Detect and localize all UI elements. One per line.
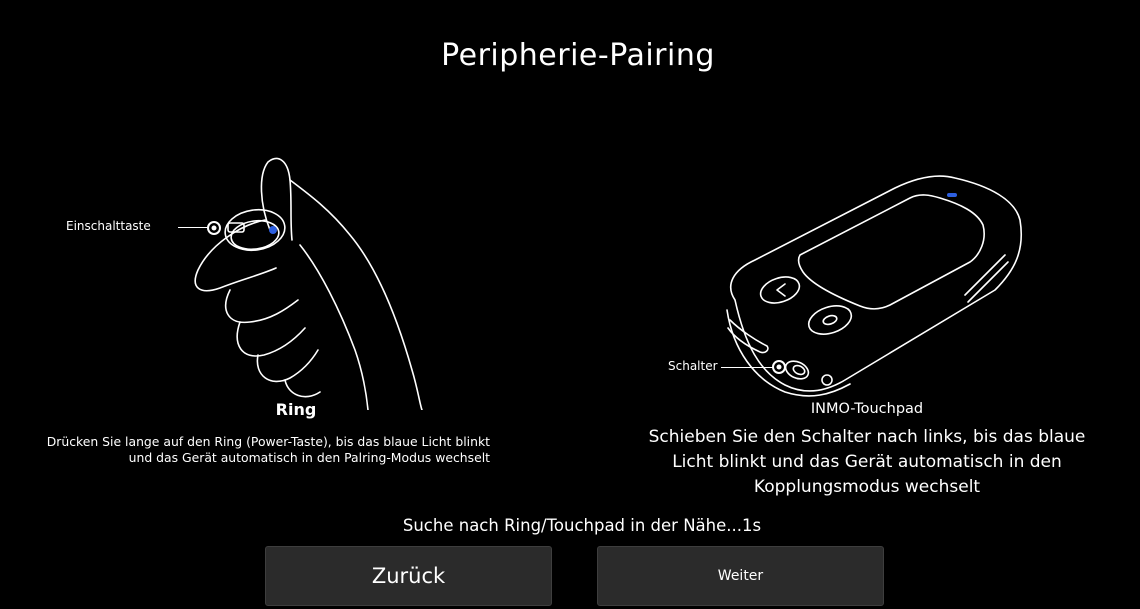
page-title: Peripherie-Pairing <box>441 38 715 73</box>
search-status-text: Suche nach Ring/Touchpad in der Nähe...1… <box>402 516 762 535</box>
next-button-label: Weiter <box>717 568 764 584</box>
ring-power-button-callout: Einschalttaste <box>66 219 151 233</box>
touchpad-blue-light-icon <box>947 193 957 197</box>
next-button[interactable]: Weiter <box>597 546 884 606</box>
touchpad-description-line-1: Schieben Sie den Schalter nach links, bi… <box>648 427 1086 447</box>
touchpad-description-line-2: Licht blinkt und das Gerät automatisch i… <box>672 452 1062 472</box>
back-button-label: Zurück <box>371 564 446 588</box>
touchpad-callout-line <box>721 367 773 368</box>
back-button[interactable]: Zurück <box>265 546 552 606</box>
touchpad-description: Schieben Sie den Schalter nach links, bi… <box>617 425 1117 500</box>
ring-callout-dot-icon <box>207 221 221 235</box>
ring-name-label: Ring <box>275 400 317 419</box>
ring-blue-light-icon <box>269 226 277 234</box>
touchpad-switch-callout: Schalter <box>668 359 718 373</box>
touchpad-description-line-3: Kopplungsmodus wechselt <box>753 477 981 497</box>
ring-description-line-2: und das Gerät automatisch in den Palring… <box>128 450 490 465</box>
touchpad-callout-dot-icon <box>772 360 786 374</box>
touchpad-name-label: INMO-Touchpad <box>810 401 924 417</box>
ring-description-line-1: Drücken Sie lange auf den Ring (Power-Ta… <box>46 434 490 449</box>
ring-description: Drücken Sie lange auf den Ring (Power-Ta… <box>8 434 490 466</box>
ring-callout-line <box>178 227 208 228</box>
touchpad-illustration <box>726 175 1023 397</box>
ring-hand-illustration <box>194 157 423 410</box>
